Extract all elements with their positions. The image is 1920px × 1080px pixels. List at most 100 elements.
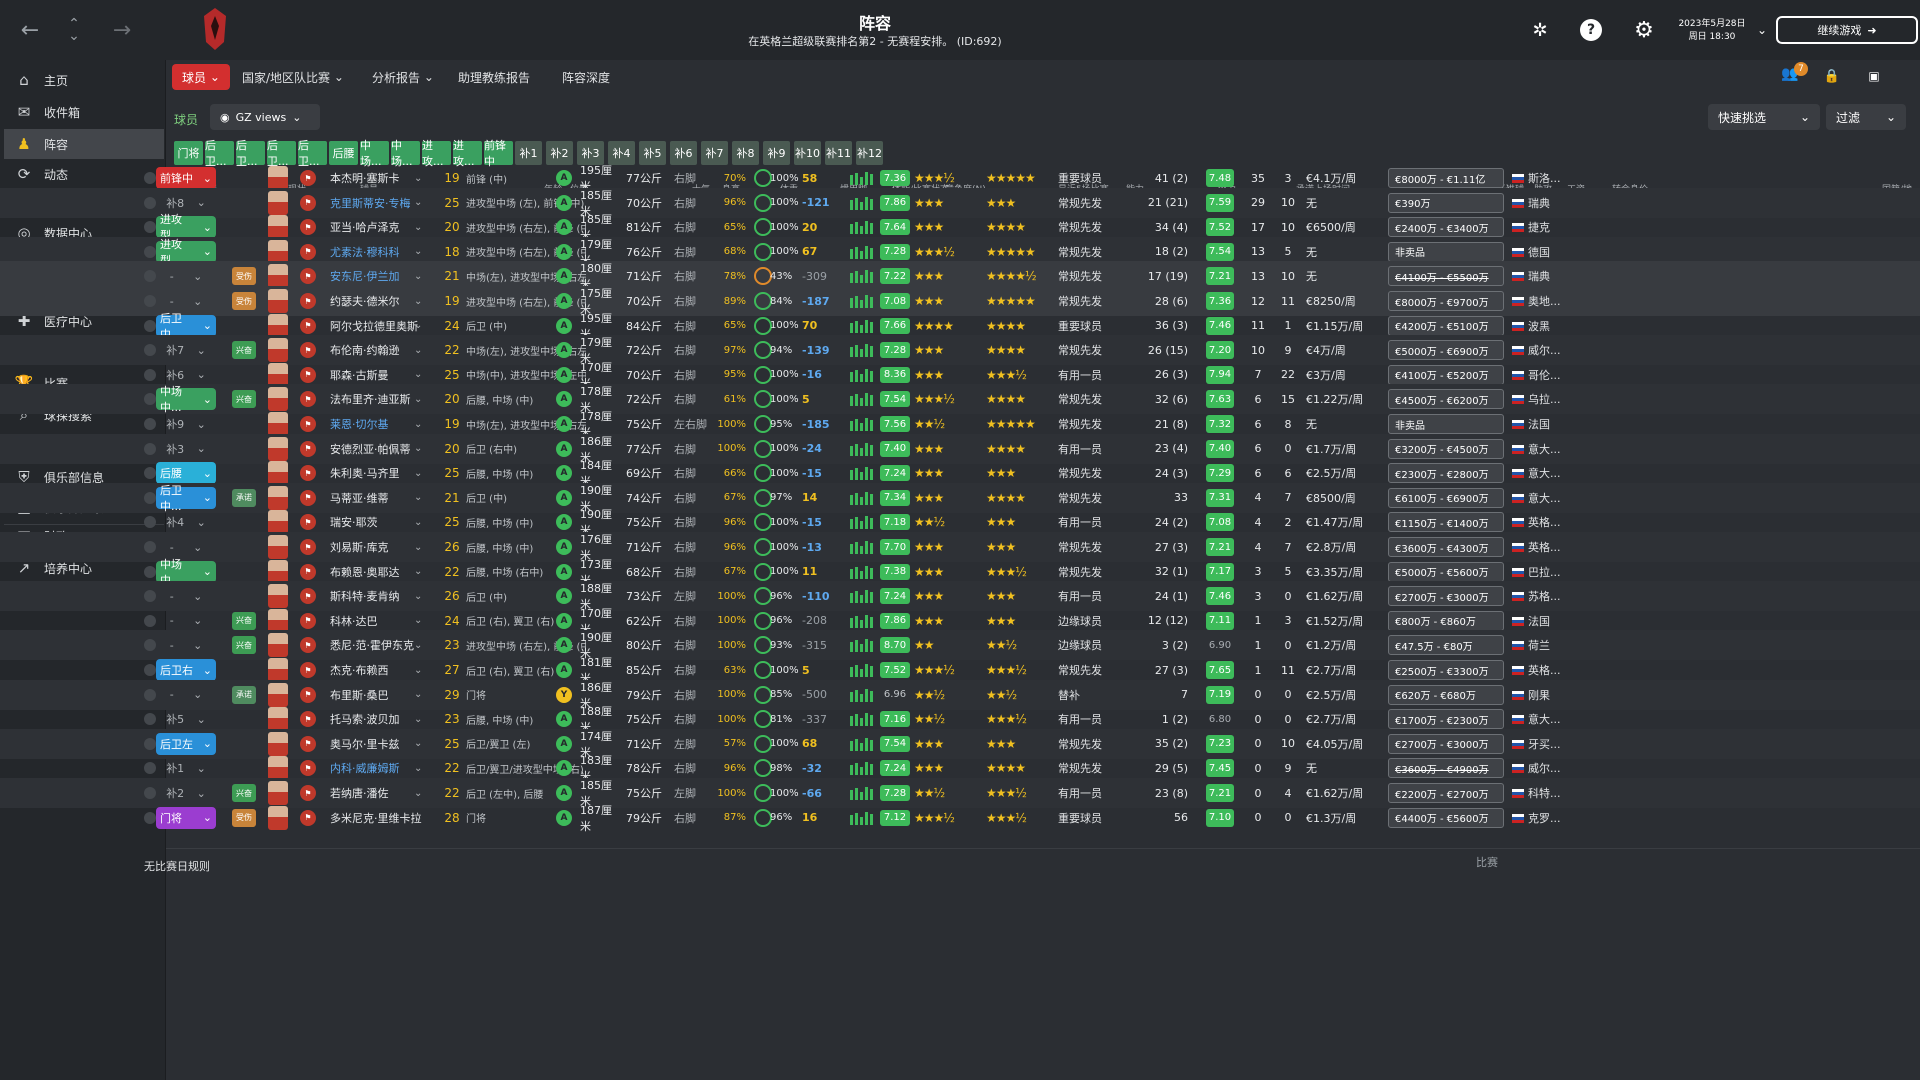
row-select-radio[interactable] [144, 541, 156, 553]
row-select-radio[interactable] [144, 713, 156, 726]
selected-position-dropdown[interactable]: 补7 ⌄ [156, 339, 216, 361]
position-chip[interactable]: 前锋中 [484, 139, 513, 168]
row-select-radio[interactable] [144, 442, 156, 455]
selected-position-dropdown[interactable]: - ⌄ [156, 634, 216, 656]
quick-pick-button[interactable]: 快速挑选 ⌄ [1708, 104, 1820, 130]
filter-button[interactable]: 过滤 ⌄ [1826, 104, 1906, 130]
tab-national[interactable]: 国家/地区队比赛 ⌄ [242, 64, 344, 90]
help-icon[interactable]: ? [1580, 19, 1602, 41]
position-chip[interactable]: 补11 [825, 141, 852, 165]
row-select-radio[interactable] [144, 688, 156, 701]
selected-position-dropdown[interactable]: 门将 ⌄ [156, 806, 216, 829]
selected-position-dropdown[interactable]: 中场中... ⌄ [156, 558, 216, 587]
transfer-value[interactable]: €3200万 - €4500万 [1388, 438, 1504, 459]
selected-position-dropdown[interactable]: 后卫左 ⌄ [156, 732, 216, 755]
position-chip[interactable]: 进攻... [422, 139, 451, 168]
row-select-radio[interactable] [144, 491, 156, 504]
row-select-radio[interactable] [144, 418, 156, 430]
tab-analysis[interactable]: 分析报告 ⌄ [372, 64, 434, 90]
position-chip[interactable]: 后腰 [329, 141, 358, 165]
transfer-value[interactable]: €4400万 - €5600万 [1388, 807, 1504, 828]
selected-position-dropdown[interactable]: 补2 ⌄ [156, 782, 216, 804]
sidebar-item-1[interactable]: ✉ 收件箱 [4, 97, 164, 127]
transfer-value[interactable]: €2400万 - €3400万 [1388, 217, 1504, 238]
bug-report-icon[interactable]: ✲ [1526, 16, 1554, 44]
selected-position-dropdown[interactable]: 中场中... ⌄ [156, 385, 216, 414]
row-select-radio[interactable] [144, 762, 156, 775]
row-select-radio[interactable] [144, 319, 156, 332]
row-select-radio[interactable] [144, 368, 156, 381]
position-chip[interactable]: 补10 [794, 141, 821, 165]
selected-position-dropdown[interactable]: 补1 ⌄ [156, 757, 216, 779]
up-down-icon[interactable]: ⌃ ⌄ [56, 12, 92, 48]
tab-squad-depth[interactable]: 阵容深度 [562, 64, 610, 90]
position-chip[interactable]: 补12 [856, 141, 883, 165]
transfer-value[interactable]: €800万 - €860万 [1388, 610, 1504, 631]
screen-icon[interactable]: ▣ [1860, 62, 1888, 90]
selected-position-dropdown[interactable]: - ⌄ [156, 265, 216, 287]
row-select-radio[interactable] [144, 221, 156, 234]
row-select-radio[interactable] [144, 787, 156, 799]
selected-position-dropdown[interactable]: 前锋中 ⌄ [156, 167, 216, 189]
transfer-value[interactable]: €3600万 - €4900万 [1388, 758, 1504, 779]
back-icon[interactable]: ← [12, 12, 48, 48]
selected-position-dropdown[interactable]: - ⌄ [156, 610, 216, 632]
selected-position-dropdown[interactable]: 补5 ⌄ [156, 708, 216, 730]
row-select-radio[interactable] [144, 664, 156, 676]
selected-position-dropdown[interactable]: 补4 ⌄ [156, 511, 216, 533]
tab-players[interactable]: 球员 ⌄ [172, 64, 230, 90]
selected-position-dropdown[interactable]: 后卫中... ⌄ [156, 312, 216, 341]
position-chip[interactable]: 补6 [670, 141, 697, 165]
transfer-value[interactable]: €47.5万 - €80万 [1388, 635, 1504, 656]
player-name[interactable]: 多米尼克·里维卡拉 [330, 803, 450, 833]
row-select-radio[interactable] [144, 393, 156, 406]
view-selector[interactable]: ◉ GZ views ⌄ [210, 104, 320, 130]
transfer-value[interactable]: €4100万 - €5200万 [1388, 364, 1504, 385]
selected-position-dropdown[interactable]: 补3 ⌄ [156, 438, 216, 460]
position-chip[interactable]: 后卫... [236, 139, 265, 168]
position-chip[interactable]: 中场... [360, 139, 389, 168]
transfer-value[interactable]: €6100万 - €6900万 [1388, 487, 1504, 508]
row-select-radio[interactable] [144, 639, 156, 652]
sidebar-item-2[interactable]: ♟ 阵容 [4, 129, 164, 159]
transfer-value[interactable]: €2700万 - €3000万 [1388, 586, 1504, 607]
selected-position-dropdown[interactable]: 后卫中... ⌄ [156, 484, 216, 513]
transfer-value[interactable]: €8000万 - €9700万 [1388, 291, 1504, 311]
selected-position-dropdown[interactable]: 后卫右 ⌄ [156, 659, 216, 681]
position-chip[interactable]: 门将 [174, 141, 203, 165]
transfer-value[interactable]: €8000万 - €1.11亿 [1388, 168, 1504, 188]
row-select-radio[interactable] [144, 614, 156, 627]
transfer-value[interactable]: €4500万 - €6200万 [1388, 389, 1504, 410]
row-select-radio[interactable] [144, 811, 156, 824]
position-chip[interactable]: 后卫... [267, 139, 296, 168]
continue-button[interactable]: 继续游戏 ➜ [1776, 16, 1918, 44]
row-select-radio[interactable] [144, 590, 156, 603]
transfer-value[interactable]: €1150万 - €1400万 [1388, 512, 1504, 533]
transfer-value[interactable]: €2300万 - €2800万 [1388, 463, 1504, 484]
tab-assistant-report[interactable]: 助理教练报告 [458, 64, 530, 90]
player-menu-chevron-icon[interactable]: ⌄ [414, 803, 422, 833]
position-chip[interactable]: 补5 [639, 141, 666, 165]
transfer-value[interactable]: €1700万 - €2300万 [1388, 709, 1504, 730]
date-dropdown-icon[interactable]: ⌄ [1748, 16, 1776, 44]
transfer-value[interactable]: €2500万 - €3300万 [1388, 660, 1504, 680]
transfer-value[interactable]: 非卖品 [1388, 414, 1504, 434]
transfer-value[interactable]: €4100万 - €5500万 [1388, 266, 1504, 287]
transfer-value[interactable]: €390万 [1388, 192, 1504, 213]
row-select-radio[interactable] [144, 270, 156, 283]
transfer-value[interactable]: €5000万 - €6900万 [1388, 340, 1504, 361]
position-chip[interactable]: 补9 [763, 141, 790, 165]
selected-position-dropdown[interactable]: - ⌄ [156, 684, 216, 706]
row-select-radio[interactable] [144, 295, 156, 307]
position-chip[interactable]: 中场... [391, 139, 420, 168]
forward-icon[interactable]: → [104, 12, 140, 48]
row-select-radio[interactable] [144, 245, 156, 258]
position-chip[interactable]: 后卫... [205, 139, 234, 168]
selected-position-dropdown[interactable]: 进攻型... ⌄ [156, 238, 216, 267]
position-chip[interactable]: 后卫... [298, 139, 327, 168]
position-chip[interactable]: 补7 [701, 141, 728, 165]
row-select-radio[interactable] [144, 516, 156, 529]
selected-position-dropdown[interactable]: - ⌄ [156, 585, 216, 607]
position-chip[interactable]: 补2 [546, 141, 573, 165]
position-chip[interactable]: 补1 [515, 141, 542, 165]
